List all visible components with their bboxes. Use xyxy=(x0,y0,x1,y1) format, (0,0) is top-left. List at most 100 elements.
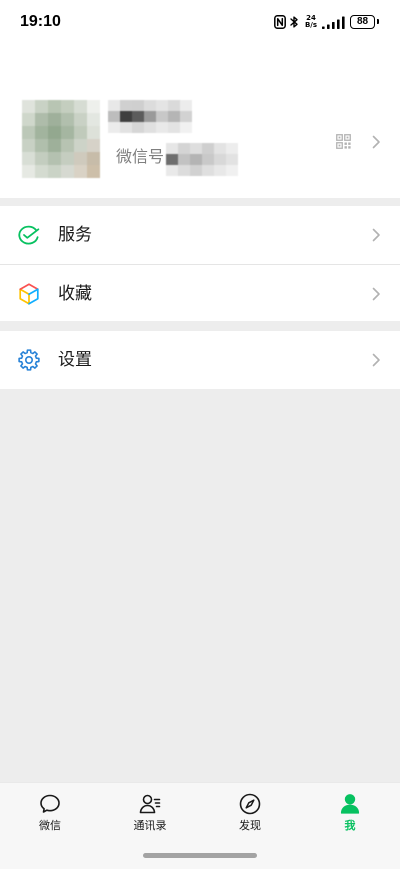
mosaic-tile xyxy=(22,126,35,139)
mosaic-tile xyxy=(120,100,132,111)
mosaic-tile xyxy=(61,152,74,165)
mosaic-tile xyxy=(144,122,156,133)
mosaic-tile xyxy=(202,165,214,176)
mosaic-tile xyxy=(168,100,180,111)
gear-icon xyxy=(18,349,40,371)
mosaic-tile xyxy=(48,113,61,126)
mosaic-tile xyxy=(74,165,87,178)
tab-discover[interactable]: 发现 xyxy=(200,783,300,839)
mosaic-tile xyxy=(61,139,74,152)
mosaic-tile xyxy=(120,111,132,122)
mosaic-tile xyxy=(202,154,214,165)
profile-card[interactable]: 微信号 xyxy=(0,44,400,198)
network-speed-unit: B/s xyxy=(304,21,318,29)
mosaic-tile xyxy=(190,143,202,154)
compass-icon xyxy=(239,793,261,815)
contacts-icon xyxy=(139,794,161,814)
mosaic-tile xyxy=(226,143,238,154)
mosaic-tile xyxy=(168,122,180,133)
mosaic-tile xyxy=(180,111,192,122)
mosaic-tile xyxy=(180,122,192,133)
mosaic-tile xyxy=(178,154,190,165)
chevron-right-icon xyxy=(372,135,380,149)
bluetooth-icon xyxy=(290,16,298,28)
wechat-id-label: 微信号 xyxy=(116,149,165,166)
mosaic-tile xyxy=(74,100,87,113)
mosaic-tile xyxy=(166,165,178,176)
mosaic-tile xyxy=(22,100,35,113)
mosaic-tile xyxy=(48,126,61,139)
mosaic-tile xyxy=(35,165,48,178)
mosaic-tile xyxy=(180,100,192,111)
mosaic-tile xyxy=(87,165,100,178)
mosaic-tile xyxy=(61,113,74,126)
wechat-id-redacted xyxy=(166,143,238,176)
mosaic-tile xyxy=(144,100,156,111)
mosaic-tile xyxy=(156,111,168,122)
menu-item-label: 收藏 xyxy=(58,284,92,303)
mosaic-tile xyxy=(166,143,178,154)
tab-label: 发现 xyxy=(239,820,261,832)
tab-label: 通讯录 xyxy=(133,820,167,832)
mosaic-tile xyxy=(132,111,144,122)
header-area: 19:10 24 B/s 88 微信号 xyxy=(0,0,400,198)
avatar[interactable] xyxy=(22,100,100,178)
mosaic-tile xyxy=(35,139,48,152)
mosaic-tile xyxy=(226,165,238,176)
mosaic-tile xyxy=(214,154,226,165)
mosaic-tile xyxy=(87,100,100,113)
mosaic-tile xyxy=(22,113,35,126)
status-time: 19:10 xyxy=(20,13,61,30)
tab-label: 微信 xyxy=(39,820,61,832)
mosaic-tile xyxy=(132,122,144,133)
mosaic-tile xyxy=(48,152,61,165)
mosaic-tile xyxy=(87,139,100,152)
mosaic-tile xyxy=(178,143,190,154)
mosaic-tile xyxy=(74,126,87,139)
status-bar: 19:10 24 B/s 88 xyxy=(0,0,400,44)
mosaic-tile xyxy=(22,139,35,152)
favorites-icon xyxy=(19,283,39,305)
mosaic-tile xyxy=(61,100,74,113)
chevron-right-icon xyxy=(372,228,380,242)
menu-item-label: 设置 xyxy=(58,350,92,369)
battery-icon: 88 xyxy=(350,15,379,29)
services-icon xyxy=(18,225,40,245)
battery-level: 88 xyxy=(356,16,369,27)
mosaic-tile xyxy=(226,154,238,165)
tab-contacts[interactable]: 通讯录 xyxy=(100,783,200,839)
chevron-right-icon xyxy=(372,353,380,367)
mosaic-tile xyxy=(22,152,35,165)
mosaic-tile xyxy=(214,165,226,176)
mosaic-tile xyxy=(87,126,100,139)
mosaic-tile xyxy=(74,152,87,165)
menu-group-settings: 设置 xyxy=(0,331,400,389)
mosaic-tile xyxy=(108,122,120,133)
menu-item-favorites[interactable]: 收藏 xyxy=(0,264,400,321)
home-indicator[interactable] xyxy=(143,853,257,858)
menu-item-services[interactable]: 服务 xyxy=(0,206,400,264)
network-speed: 24 B/s xyxy=(302,15,320,29)
mosaic-tile xyxy=(214,143,226,154)
menu-group-primary: 服务 收藏 xyxy=(0,206,400,321)
tab-me[interactable]: 我 xyxy=(300,783,400,839)
tab-label: 我 xyxy=(344,820,356,832)
tab-chats[interactable]: 微信 xyxy=(0,783,100,839)
mosaic-tile xyxy=(120,122,132,133)
qr-code-icon[interactable] xyxy=(336,134,351,149)
mosaic-tile xyxy=(178,165,190,176)
mosaic-tile xyxy=(35,126,48,139)
mosaic-tile xyxy=(168,111,180,122)
mosaic-tile xyxy=(87,152,100,165)
mosaic-tile xyxy=(190,154,202,165)
mosaic-tile xyxy=(61,165,74,178)
mosaic-tile xyxy=(156,122,168,133)
menu-item-settings[interactable]: 设置 xyxy=(0,331,400,389)
nfc-icon xyxy=(274,15,286,29)
mosaic-tile xyxy=(74,113,87,126)
mosaic-tile xyxy=(166,154,178,165)
mosaic-tile xyxy=(144,111,156,122)
mosaic-tile xyxy=(132,100,144,111)
mosaic-tile xyxy=(48,139,61,152)
mosaic-tile xyxy=(35,152,48,165)
